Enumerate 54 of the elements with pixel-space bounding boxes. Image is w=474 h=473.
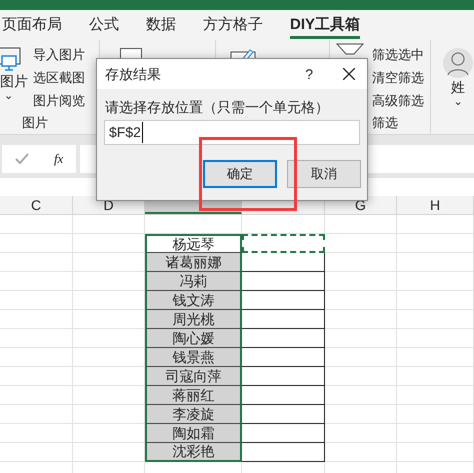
caret-icon[interactable]: ⌄: [0, 90, 13, 102]
table-cell: 钱景燕: [145, 348, 242, 367]
table-cell: 诸葛丽娜: [145, 253, 242, 272]
ribbon-button-label[interactable]: 姓: [451, 78, 465, 96]
funnel-icon: [336, 43, 364, 55]
table-cell: [325, 310, 397, 329]
group-label: 图片: [21, 114, 49, 132]
image-button-label[interactable]: 图片: [0, 72, 28, 90]
ribbon-command[interactable]: 图片阅览: [33, 92, 85, 110]
ribbon-tab[interactable]: 公式: [89, 14, 119, 36]
table-cell: 沈彩艳: [145, 443, 242, 462]
table-cell: [325, 272, 397, 291]
table-cell: [325, 348, 397, 367]
table-cell: [325, 405, 397, 424]
column-header[interactable]: H: [397, 196, 474, 214]
help-button[interactable]: ?: [305, 64, 313, 84]
ribbon-command[interactable]: 清空筛选: [372, 69, 424, 87]
table-cell: 司寇向萍: [145, 367, 242, 386]
dialog-title: 存放结果: [105, 64, 162, 84]
ribbon-command[interactable]: 筛选选中: [372, 46, 424, 64]
ribbon-tab[interactable]: 页面布局: [2, 14, 62, 36]
cancel-button[interactable]: 取消: [287, 160, 361, 188]
check-icon[interactable]: [14, 152, 29, 164]
table-cell: [325, 215, 397, 234]
table-cell: [325, 253, 397, 272]
table-cell: 李凌旋: [145, 405, 242, 424]
table-cell: [325, 386, 397, 405]
table-cell: [325, 291, 397, 310]
table-cell: 杨远琴: [145, 234, 242, 253]
table-cell: 周光桃: [145, 310, 242, 329]
ribbon-tab[interactable]: 方方格子: [203, 14, 263, 36]
column-header[interactable]: C: [0, 196, 73, 214]
caret-icon[interactable]: ⌄: [454, 96, 462, 108]
table-cell: 冯莉: [145, 272, 242, 291]
ribbon-command[interactable]: 高级筛选: [372, 92, 424, 110]
table-cell: [325, 424, 397, 443]
ok-button[interactable]: 确定: [203, 160, 277, 188]
table-cell: [325, 367, 397, 386]
table-cell: [325, 234, 397, 253]
table-cell: [325, 329, 397, 348]
ribbon-command[interactable]: 导入图片: [33, 46, 85, 64]
group-label: 筛选: [371, 114, 399, 132]
function-button[interactable]: fx: [54, 148, 64, 168]
ribbon-command[interactable]: 选区截图: [33, 69, 85, 87]
table-cell: 蒋丽红: [145, 386, 242, 405]
table-cell: [325, 443, 397, 462]
close-icon[interactable]: [343, 68, 355, 80]
ribbon-tab[interactable]: 数据: [146, 14, 176, 36]
table-cell: 陶心媛: [145, 329, 242, 348]
table-cell: 钱文涛: [145, 291, 242, 310]
location-field[interactable]: $F$2: [104, 120, 360, 145]
prompt-text: 请选择存放位置（只需一个单元格）: [105, 98, 330, 116]
table-cell: 陶如霜: [145, 424, 242, 443]
table-cell: [73, 215, 145, 234]
